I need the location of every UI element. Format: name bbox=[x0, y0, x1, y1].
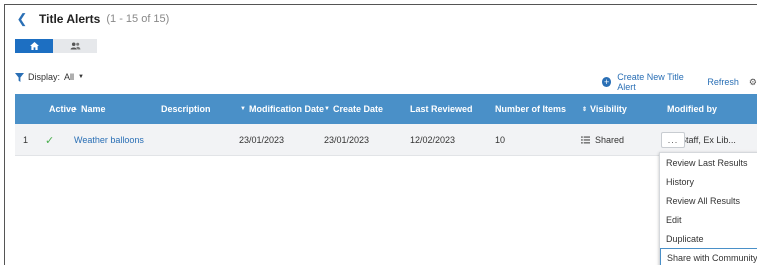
column-header-description[interactable]: Description bbox=[161, 94, 211, 124]
result-count: (1 - 15 of 15) bbox=[106, 13, 170, 25]
create-date: 23/01/2023 bbox=[324, 135, 370, 145]
sort-asc-icon: ▲ bbox=[72, 106, 78, 112]
create-title-alert-link[interactable]: Create New Title Alert bbox=[617, 72, 697, 92]
title-bar: ❮ Title Alerts (1 - 15 of 15) bbox=[15, 11, 170, 27]
page-title: Title Alerts bbox=[39, 12, 101, 26]
filter-icon bbox=[15, 72, 24, 82]
home-icon bbox=[29, 42, 39, 50]
modified-by-value: Staff, Ex Lib... bbox=[680, 135, 736, 145]
chevron-left-icon[interactable]: ❮ bbox=[15, 11, 29, 26]
menu-item-history[interactable]: History bbox=[660, 172, 757, 191]
display-filter[interactable]: Display: All ▼ bbox=[15, 72, 84, 82]
column-header-create-date-label: Create Date bbox=[332, 104, 383, 114]
menu-item-review-last-results[interactable]: Review Last Results bbox=[660, 153, 757, 172]
app-frame: ❮ Title Alerts (1 - 15 of 15) Display: A… bbox=[4, 4, 757, 265]
sort-desc-icon: ▼ bbox=[240, 106, 246, 112]
more-actions-button[interactable]: ... bbox=[661, 132, 685, 148]
sort-desc-icon: ▼ bbox=[324, 106, 330, 112]
alert-name-link[interactable]: Weather balloons bbox=[74, 124, 144, 156]
display-value[interactable]: All bbox=[64, 72, 74, 82]
modification-date: 23/01/2023 bbox=[239, 135, 285, 145]
column-header-name[interactable]: ▲ Name bbox=[72, 94, 105, 124]
check-icon: ✓ bbox=[45, 134, 55, 147]
column-header-modified-by[interactable]: Modified by bbox=[667, 94, 717, 124]
number-of-items: 10 bbox=[495, 135, 506, 145]
table-header: Active ▲ Name Description ▼ Modification… bbox=[15, 94, 757, 124]
column-header-create-date[interactable]: ▼ Create Date bbox=[324, 94, 383, 124]
column-header-modification-date-label: Modification Date bbox=[248, 104, 324, 114]
actions-bar: + Create New Title Alert Refresh ⚙ bbox=[602, 72, 757, 92]
table-row[interactable]: 1 ✓ Weather balloons 23/01/2023 23/01/20… bbox=[15, 124, 757, 156]
add-circle-icon[interactable]: + bbox=[602, 77, 612, 87]
sort-both-icon: ⇕ bbox=[582, 106, 588, 113]
users-icon bbox=[70, 42, 80, 50]
menu-item-review-all-results[interactable]: Review All Results bbox=[660, 191, 757, 210]
column-header-visibility-label: Visibility bbox=[590, 104, 627, 114]
column-header-number-of-items[interactable]: Number of Items bbox=[495, 94, 566, 124]
last-reviewed-date: 12/02/2023 bbox=[410, 135, 456, 145]
column-header-last-reviewed[interactable]: Last Reviewed bbox=[410, 94, 473, 124]
row-index: 1 bbox=[23, 135, 29, 145]
visibility-value: Shared bbox=[595, 135, 625, 145]
row-actions-menu: Review Last Results History Review All R… bbox=[659, 152, 757, 265]
menu-item-edit[interactable]: Edit bbox=[660, 210, 757, 229]
column-header-modification-date[interactable]: ▼ Modification Date bbox=[240, 94, 324, 124]
tab-home[interactable] bbox=[15, 39, 53, 53]
view-tabs bbox=[15, 39, 97, 53]
display-label: Display: bbox=[28, 72, 61, 82]
menu-item-duplicate[interactable]: Duplicate bbox=[660, 229, 757, 248]
menu-item-share-with-community[interactable]: Share with Community bbox=[660, 248, 757, 265]
refresh-link[interactable]: Refresh bbox=[707, 77, 739, 87]
chevron-down-icon[interactable]: ▼ bbox=[78, 74, 84, 80]
column-header-name-label: Name bbox=[80, 104, 106, 114]
visibility-cell: Shared bbox=[581, 124, 624, 156]
settings-icon[interactable]: ⚙ bbox=[749, 77, 757, 88]
column-header-visibility[interactable]: ⇕ Visibility bbox=[582, 94, 627, 124]
list-icon bbox=[581, 136, 590, 144]
tab-community[interactable] bbox=[53, 39, 97, 53]
